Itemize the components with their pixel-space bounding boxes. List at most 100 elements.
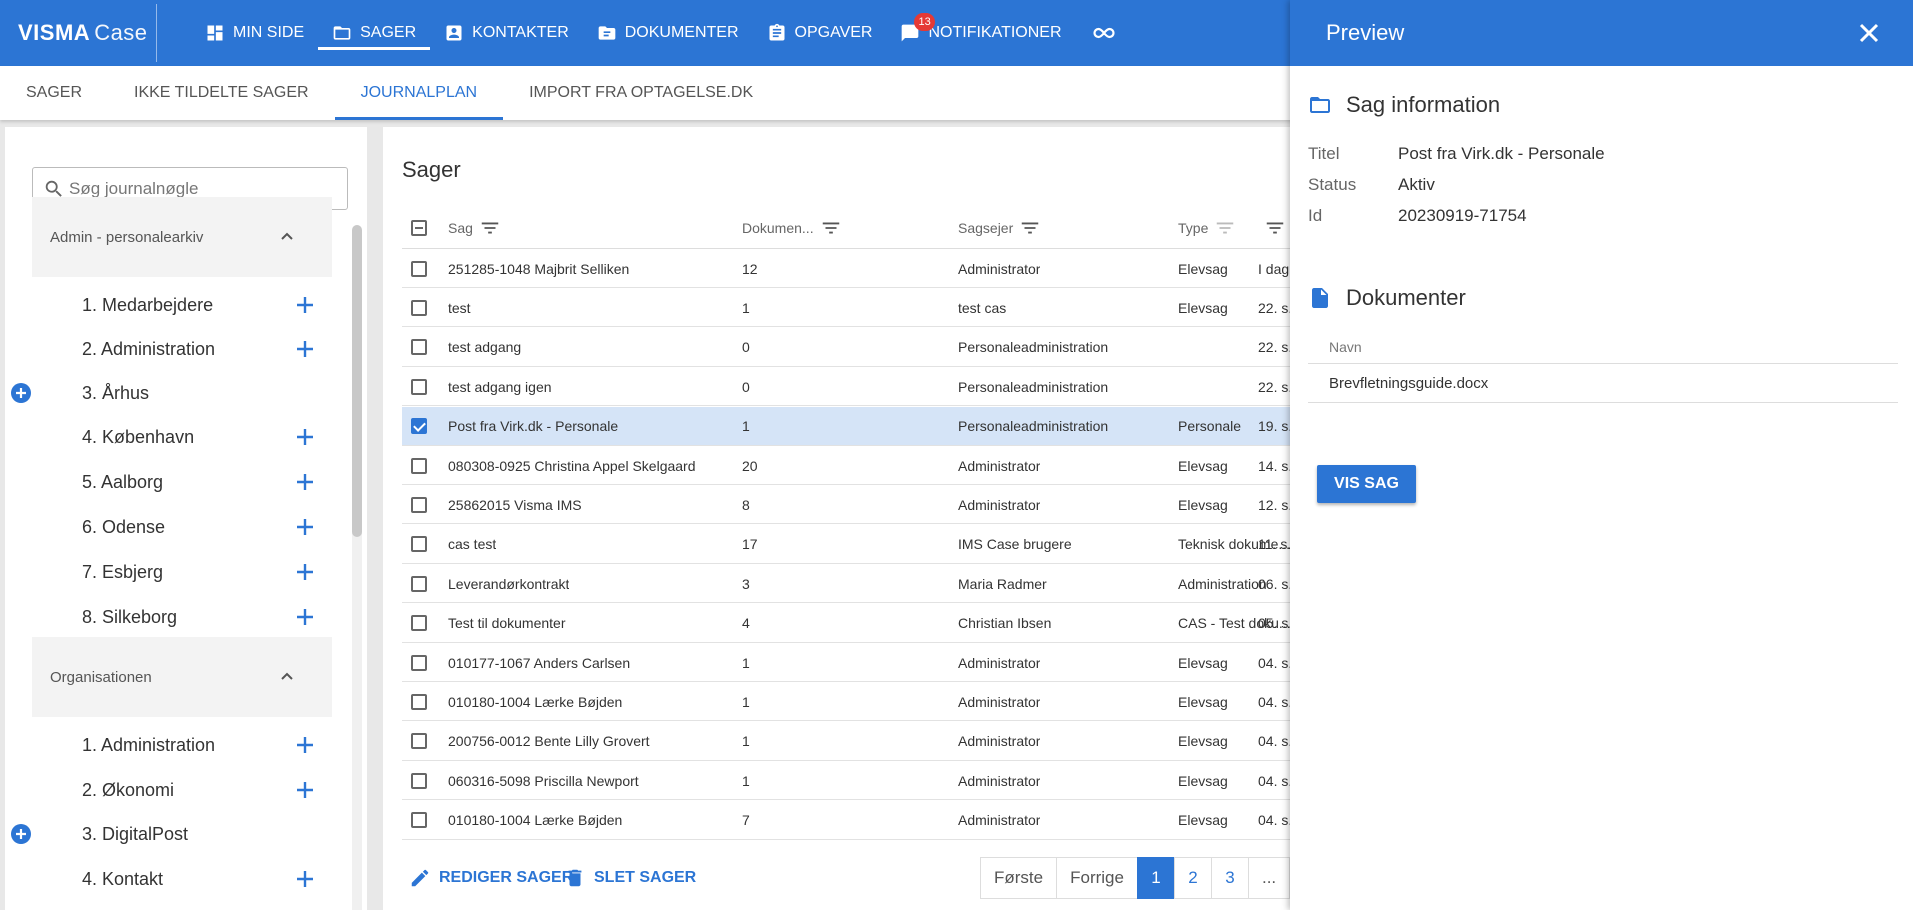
nav-dokumenter[interactable]: DOKUMENTER xyxy=(583,0,753,66)
checkbox[interactable] xyxy=(411,812,427,829)
checkbox[interactable] xyxy=(411,457,427,474)
group-header-organisationen[interactable]: Organisationen xyxy=(32,637,332,717)
close-icon[interactable] xyxy=(1855,19,1883,47)
row-checkbox[interactable] xyxy=(411,328,427,367)
pager-page[interactable]: 3 xyxy=(1210,857,1249,899)
plus-icon[interactable] xyxy=(294,561,316,583)
checkbox[interactable] xyxy=(411,378,427,395)
cell-sagsejer: Administrator xyxy=(958,733,1041,750)
group-title: Admin - personalearkiv xyxy=(50,228,204,246)
filter-icon[interactable] xyxy=(820,217,842,239)
row-checkbox[interactable] xyxy=(411,604,427,643)
column-dokumenter[interactable]: Dokumen... xyxy=(742,207,842,249)
tree-item[interactable]: 3. DigitalPost xyxy=(11,812,332,856)
checkbox[interactable] xyxy=(411,693,427,710)
filter-icon[interactable] xyxy=(1264,217,1286,239)
app-logo[interactable]: VISMA Case xyxy=(0,4,157,62)
row-checkbox[interactable] xyxy=(411,761,427,800)
checkbox[interactable] xyxy=(411,260,427,277)
plus-icon[interactable] xyxy=(294,779,316,801)
pager-first[interactable]: Første xyxy=(980,857,1058,899)
tree-item[interactable]: 1. Medarbejdere xyxy=(32,283,332,327)
filter-icon[interactable] xyxy=(479,217,501,239)
tree-item[interactable]: 4. Kontakt xyxy=(32,857,332,901)
checkbox[interactable] xyxy=(411,772,427,789)
tree-item[interactable]: 2. Administration xyxy=(32,327,332,371)
tree-item[interactable]: 1. Administration xyxy=(32,723,332,767)
tree-item[interactable]: 8. Silkeborg xyxy=(32,595,332,639)
column-sag[interactable]: Sag xyxy=(448,207,501,249)
cell-sagsejer: Personaleadministration xyxy=(958,418,1109,435)
plus-icon[interactable] xyxy=(294,426,316,448)
checkbox[interactable] xyxy=(411,733,427,750)
row-checkbox[interactable] xyxy=(411,288,427,327)
plus-icon[interactable] xyxy=(294,868,316,890)
row-checkbox[interactable] xyxy=(411,367,427,406)
scrollbar-thumb[interactable] xyxy=(352,225,362,537)
plus-icon[interactable] xyxy=(294,734,316,756)
select-all-checkbox[interactable] xyxy=(411,207,427,249)
filter-icon[interactable] xyxy=(1214,217,1236,239)
checkbox[interactable] xyxy=(411,496,427,513)
checkbox[interactable] xyxy=(411,299,427,316)
filter-icon[interactable] xyxy=(1019,217,1041,239)
tree-item[interactable]: 7. Esbjerg xyxy=(32,550,332,594)
row-checkbox[interactable] xyxy=(411,485,427,524)
plus-icon[interactable] xyxy=(294,471,316,493)
nav-kontakter[interactable]: KONTAKTER xyxy=(430,0,583,66)
tree-item[interactable]: 3. Århus xyxy=(11,371,332,415)
plus-icon[interactable] xyxy=(294,294,316,316)
checkbox[interactable] xyxy=(411,575,427,592)
checkbox[interactable] xyxy=(411,536,427,553)
row-checkbox[interactable] xyxy=(411,525,427,564)
row-checkbox[interactable] xyxy=(411,564,427,603)
edit-cases-button[interactable]: REDIGER SAGER xyxy=(409,857,573,899)
tab-ikke-tildelte-sager[interactable]: IKKE TILDELTE SAGER xyxy=(108,66,335,120)
checkbox[interactable] xyxy=(411,615,427,632)
column-date[interactable] xyxy=(1258,207,1286,249)
nav-sager[interactable]: SAGER xyxy=(318,0,431,66)
nav-min-side[interactable]: MIN SIDE xyxy=(191,0,318,66)
plus-icon[interactable] xyxy=(294,516,316,538)
add-circle-icon[interactable] xyxy=(10,382,32,404)
pager-page[interactable]: 2 xyxy=(1173,857,1212,899)
plus-icon[interactable] xyxy=(294,606,316,628)
row-checkbox[interactable] xyxy=(411,722,427,761)
link-button[interactable] xyxy=(1076,0,1132,66)
tree-item[interactable]: 5. Aalborg xyxy=(32,460,332,504)
row-checkbox[interactable] xyxy=(411,801,427,840)
plus-icon[interactable] xyxy=(294,338,316,360)
pager-prev[interactable]: Forrige xyxy=(1056,857,1138,899)
column-sagsejer[interactable]: Sagsejer xyxy=(958,207,1041,249)
group-header-admin[interactable]: Admin - personalearkiv xyxy=(32,197,332,277)
checkbox[interactable] xyxy=(411,339,427,356)
tab-import[interactable]: IMPORT FRA OPTAGELSE.DK xyxy=(503,66,779,120)
row-checkbox[interactable] xyxy=(411,682,427,721)
checkbox[interactable] xyxy=(411,654,427,671)
pager-page[interactable]: 1 xyxy=(1136,857,1175,899)
search-input[interactable] xyxy=(69,178,329,199)
checkbox[interactable] xyxy=(411,418,427,435)
row-checkbox[interactable] xyxy=(411,249,427,288)
nav-notifikationer[interactable]: 13 NOTIFIKATIONER xyxy=(886,0,1075,66)
column-type[interactable]: Type xyxy=(1178,207,1236,249)
add-circle-icon[interactable] xyxy=(10,823,32,845)
document-row[interactable]: Brevfletningsguide.docx xyxy=(1308,364,1898,403)
nav-label: SAGER xyxy=(360,24,417,41)
delete-cases-button[interactable]: SLET SAGER xyxy=(564,857,696,899)
tree-item[interactable]: 2. Økonomi xyxy=(32,768,332,812)
tree-item[interactable]: 4. København xyxy=(32,415,332,459)
tree-item[interactable]: 6. Odense xyxy=(32,505,332,549)
pager-ellipsis[interactable]: ... xyxy=(1247,857,1291,899)
row-checkbox[interactable] xyxy=(411,446,427,485)
show-case-button[interactable]: VIS SAG xyxy=(1317,465,1416,503)
field-label: Status xyxy=(1308,175,1357,194)
row-checkbox[interactable] xyxy=(411,407,427,446)
cell-type: Elevsag xyxy=(1178,772,1228,789)
tab-sager[interactable]: SAGER xyxy=(0,66,108,120)
cell-type: Elevsag xyxy=(1178,260,1228,277)
nav-opgaver[interactable]: OPGAVER xyxy=(753,0,887,66)
row-checkbox[interactable] xyxy=(411,643,427,682)
scrollbar[interactable] xyxy=(352,225,362,910)
tab-journalplan[interactable]: JOURNALPLAN xyxy=(334,66,504,120)
